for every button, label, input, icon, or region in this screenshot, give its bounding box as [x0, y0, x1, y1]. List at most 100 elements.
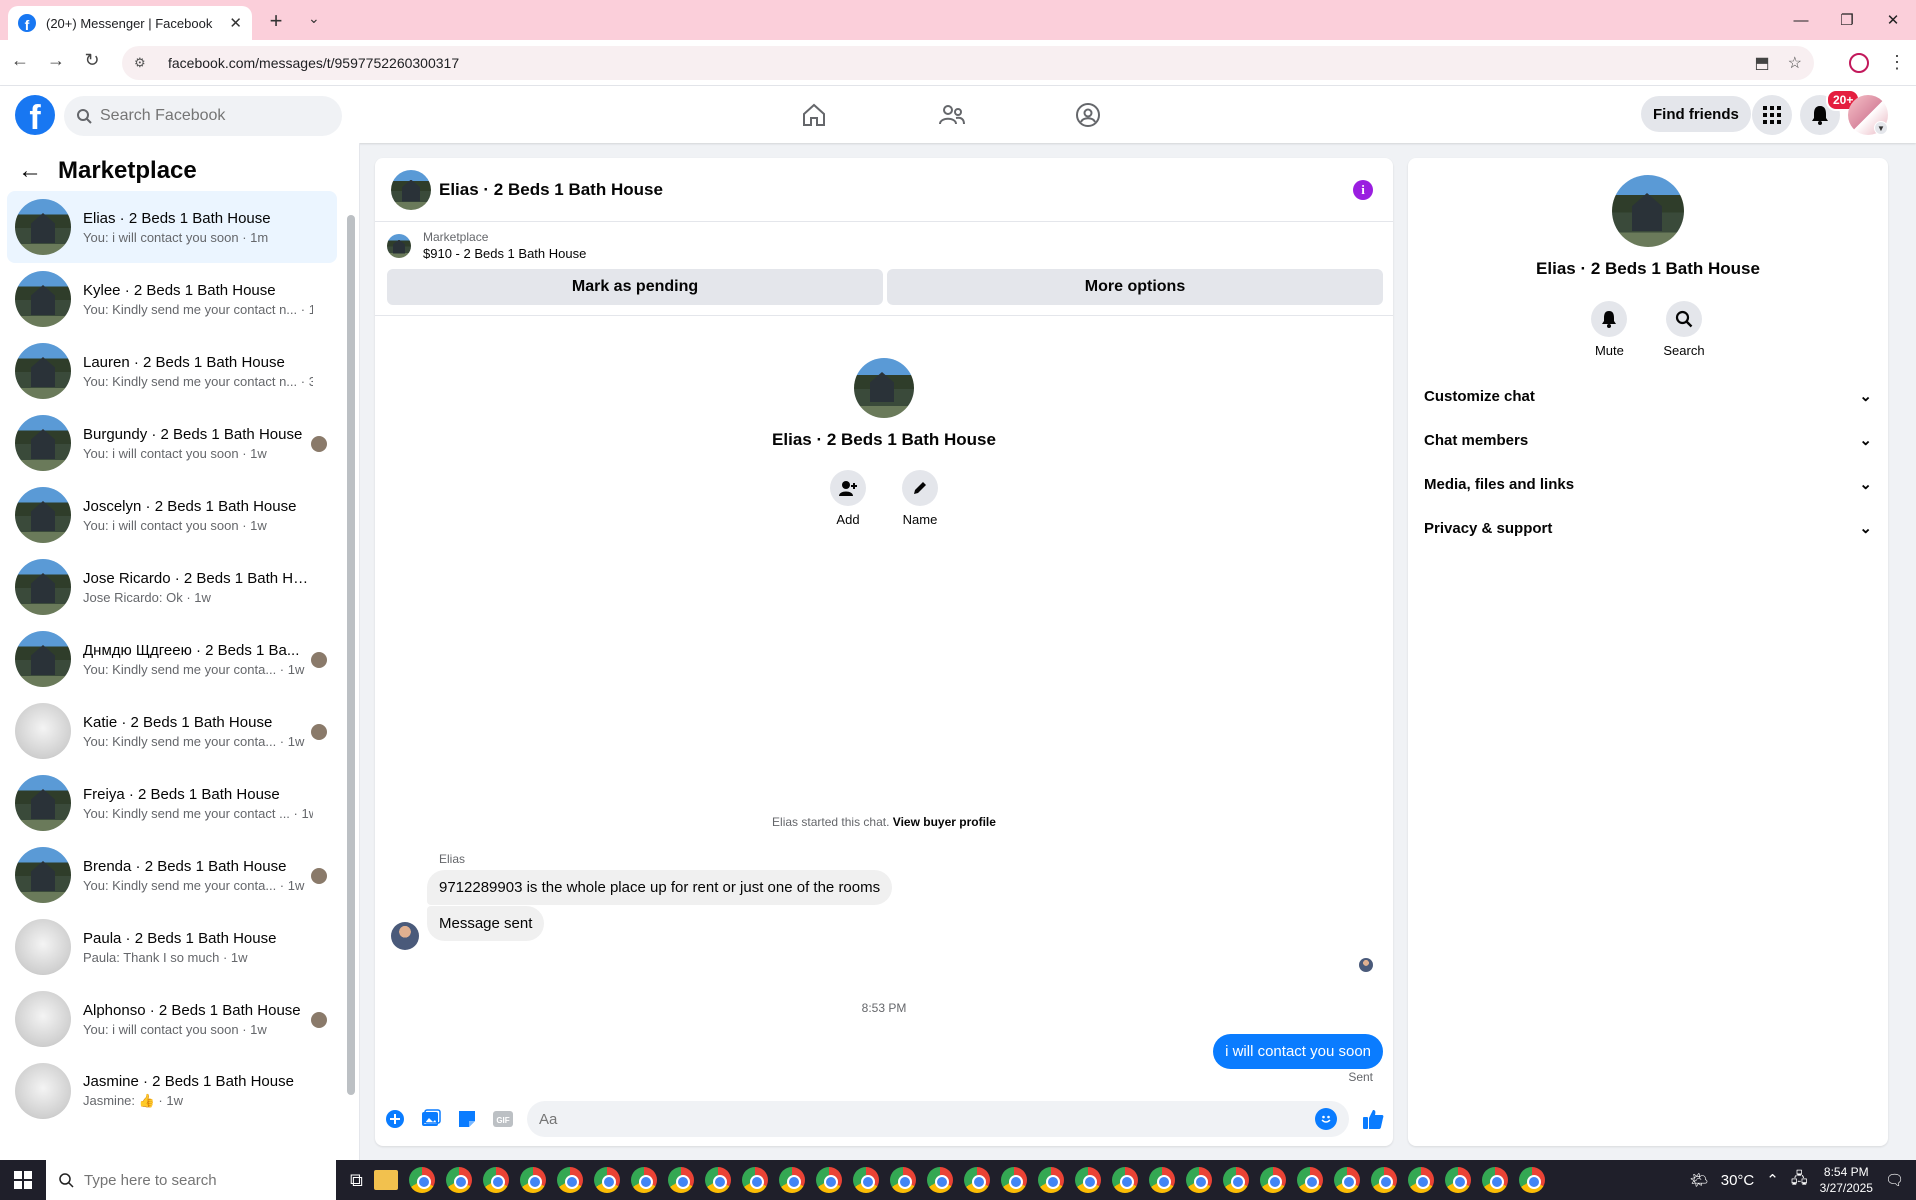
- tray-chevron-icon[interactable]: ⌃: [1766, 1171, 1779, 1189]
- weather-temp[interactable]: 30°C: [1721, 1172, 1755, 1189]
- taskbar-search-box[interactable]: [46, 1160, 336, 1200]
- chrome-window-icon[interactable]: [1222, 1167, 1249, 1193]
- gif-icon[interactable]: GIF: [491, 1107, 515, 1131]
- chrome-window-icon[interactable]: [815, 1167, 842, 1193]
- chrome-window-icon[interactable]: [1185, 1167, 1212, 1193]
- chrome-window-icon[interactable]: [445, 1167, 472, 1193]
- info-icon[interactable]: i: [1353, 180, 1373, 200]
- change-name-button[interactable]: Name: [902, 470, 938, 527]
- chrome-window-icon[interactable]: [926, 1167, 953, 1193]
- notification-center-icon[interactable]: 🗨: [1885, 1171, 1904, 1189]
- chrome-window-icon[interactable]: [408, 1167, 435, 1193]
- chat-list-item[interactable]: Joscelyn · 2 Beds 1 Bath House You: i wil…: [7, 479, 337, 551]
- privacy-support-section[interactable]: Privacy & support ⌄: [1420, 506, 1876, 550]
- facebook-logo-icon[interactable]: f: [15, 95, 55, 135]
- chrome-window-icon[interactable]: [1518, 1167, 1545, 1193]
- chrome-window-icon[interactable]: [1370, 1167, 1397, 1193]
- chrome-window-icon[interactable]: [1481, 1167, 1508, 1193]
- network-icon[interactable]: 🖧: [1791, 1168, 1808, 1193]
- chat-list-item[interactable]: Jasmine · 2 Beds 1 Bath House Jasmine: 👍 …: [7, 1055, 337, 1127]
- chrome-window-icon[interactable]: [1000, 1167, 1027, 1193]
- browser-profile-icon[interactable]: [1849, 53, 1869, 73]
- install-app-icon[interactable]: ⬒: [1755, 53, 1770, 73]
- chrome-window-icon[interactable]: [1074, 1167, 1101, 1193]
- chat-list-item[interactable]: Lauren · 2 Beds 1 Bath House You: Kindly …: [7, 335, 337, 407]
- file-explorer-icon[interactable]: [373, 1170, 398, 1190]
- sender-avatar[interactable]: [391, 922, 419, 950]
- outgoing-message[interactable]: i will contact you soon: [1213, 1034, 1383, 1069]
- conversation-avatar[interactable]: [391, 169, 431, 210]
- url-omnibox[interactable]: ⚙ facebook.com/messages/t/95977522603003…: [122, 46, 1814, 80]
- back-icon[interactable]: ←: [6, 50, 34, 71]
- chat-list-item[interactable]: Katie · 2 Beds 1 Bath House You: Kindly s…: [7, 695, 337, 767]
- marketplace-listing-row[interactable]: Marketplace $910 - 2 Beds 1 Bath House: [375, 222, 1393, 269]
- chrome-window-icon[interactable]: [1037, 1167, 1064, 1193]
- incoming-message[interactable]: 9712289903 is the whole place up for ren…: [427, 870, 893, 905]
- chrome-window-icon[interactable]: [519, 1167, 546, 1193]
- weather-icon[interactable]: 🌤: [1690, 1171, 1709, 1189]
- chat-list-item[interactable]: Brenda · 2 Beds 1 Bath House You: Kindly …: [7, 839, 337, 911]
- chat-list-item[interactable]: Freiya · 2 Beds 1 Bath House You: Kindly …: [7, 767, 337, 839]
- facebook-search-box[interactable]: [64, 96, 342, 136]
- chrome-window-icon[interactable]: [1259, 1167, 1286, 1193]
- chrome-window-icon[interactable]: [1444, 1167, 1471, 1193]
- conversation-title[interactable]: Elias · 2 Beds 1 Bath House: [439, 180, 663, 200]
- chat-list-item[interactable]: Днмдю Щдгеею · 2 Beds 1 Ba... You: Kindly…: [7, 623, 337, 695]
- add-people-button[interactable]: Add: [830, 470, 866, 527]
- chat-list-item[interactable]: Alphonso · 2 Beds 1 Bath House You: i wil…: [7, 983, 337, 1055]
- photo-icon[interactable]: [419, 1107, 443, 1131]
- message-input[interactable]: [539, 1110, 1315, 1128]
- page-scrollbar[interactable]: [1906, 86, 1916, 1160]
- minimize-button[interactable]: —: [1778, 6, 1824, 34]
- chrome-window-icon[interactable]: [1333, 1167, 1360, 1193]
- mark-as-pending-button[interactable]: Mark as pending: [387, 269, 883, 305]
- url-text[interactable]: facebook.com/messages/t/9597752260300317: [168, 55, 1737, 71]
- new-tab-button[interactable]: +: [264, 8, 288, 34]
- chrome-window-icon[interactable]: [667, 1167, 694, 1193]
- chrome-window-icon[interactable]: [963, 1167, 990, 1193]
- chat-list-item[interactable]: Paula · 2 Beds 1 Bath House Paula: Thank …: [7, 911, 337, 983]
- forward-icon[interactable]: →: [42, 50, 70, 71]
- chrome-window-icon[interactable]: [630, 1167, 657, 1193]
- reload-icon[interactable]: ↻: [78, 50, 106, 71]
- mute-button[interactable]: Mute: [1591, 301, 1628, 358]
- search-in-conversation-button[interactable]: Search: [1663, 301, 1705, 358]
- chat-list-scrollbar[interactable]: [347, 203, 355, 1103]
- details-avatar[interactable]: [1612, 175, 1684, 247]
- close-window-button[interactable]: ✕: [1870, 6, 1916, 34]
- bookmark-star-icon[interactable]: ☆: [1788, 53, 1802, 73]
- windows-start-icon[interactable]: [0, 1160, 46, 1200]
- browser-tab[interactable]: f (20+) Messenger | Facebook ✕: [8, 6, 252, 40]
- close-tab-icon[interactable]: ✕: [229, 14, 242, 32]
- scrollbar-thumb[interactable]: [347, 215, 355, 1095]
- chrome-window-icon[interactable]: [556, 1167, 583, 1193]
- chrome-window-icon[interactable]: [778, 1167, 805, 1193]
- chat-list-item[interactable]: Jose Ricardo · 2 Beds 1 Bath Hou... Jose …: [7, 551, 337, 623]
- tab-search-chevron-icon[interactable]: ⌄: [308, 10, 320, 27]
- chrome-window-icon[interactable]: [482, 1167, 509, 1193]
- thumbs-up-icon[interactable]: [1361, 1107, 1385, 1131]
- menu-grid-icon[interactable]: [1752, 95, 1792, 135]
- chat-list-item[interactable]: Kylee · 2 Beds 1 Bath House You: Kindly s…: [7, 263, 337, 335]
- taskbar-search-input[interactable]: [84, 1171, 244, 1189]
- plus-circle-icon[interactable]: [383, 1107, 407, 1131]
- chat-members-section[interactable]: Chat members ⌄: [1420, 418, 1876, 462]
- find-friends-button[interactable]: Find friends: [1641, 96, 1751, 132]
- chrome-window-icon[interactable]: [1296, 1167, 1323, 1193]
- chrome-window-icon[interactable]: [704, 1167, 731, 1193]
- chrome-window-icon[interactable]: [852, 1167, 879, 1193]
- media-files-links-section[interactable]: Media, files and links ⌄: [1420, 462, 1876, 506]
- chrome-window-icon[interactable]: [1148, 1167, 1175, 1193]
- chrome-window-icon[interactable]: [889, 1167, 916, 1193]
- chat-list-item[interactable]: Burgundy · 2 Beds 1 Bath House You: i wil…: [7, 407, 337, 479]
- incoming-message[interactable]: Message sent: [427, 906, 545, 941]
- chrome-window-icon[interactable]: [1111, 1167, 1138, 1193]
- customize-chat-section[interactable]: Customize chat ⌄: [1420, 374, 1876, 418]
- taskbar-clock[interactable]: 8:54 PM 3/27/2025: [1820, 1164, 1873, 1196]
- emoji-icon[interactable]: [1315, 1108, 1337, 1130]
- account-chevron-icon[interactable]: ▼: [1874, 121, 1888, 135]
- message-input-box[interactable]: [527, 1101, 1349, 1137]
- sticker-icon[interactable]: [455, 1107, 479, 1131]
- facebook-search-input[interactable]: [100, 107, 320, 125]
- home-nav-icon[interactable]: [794, 98, 834, 132]
